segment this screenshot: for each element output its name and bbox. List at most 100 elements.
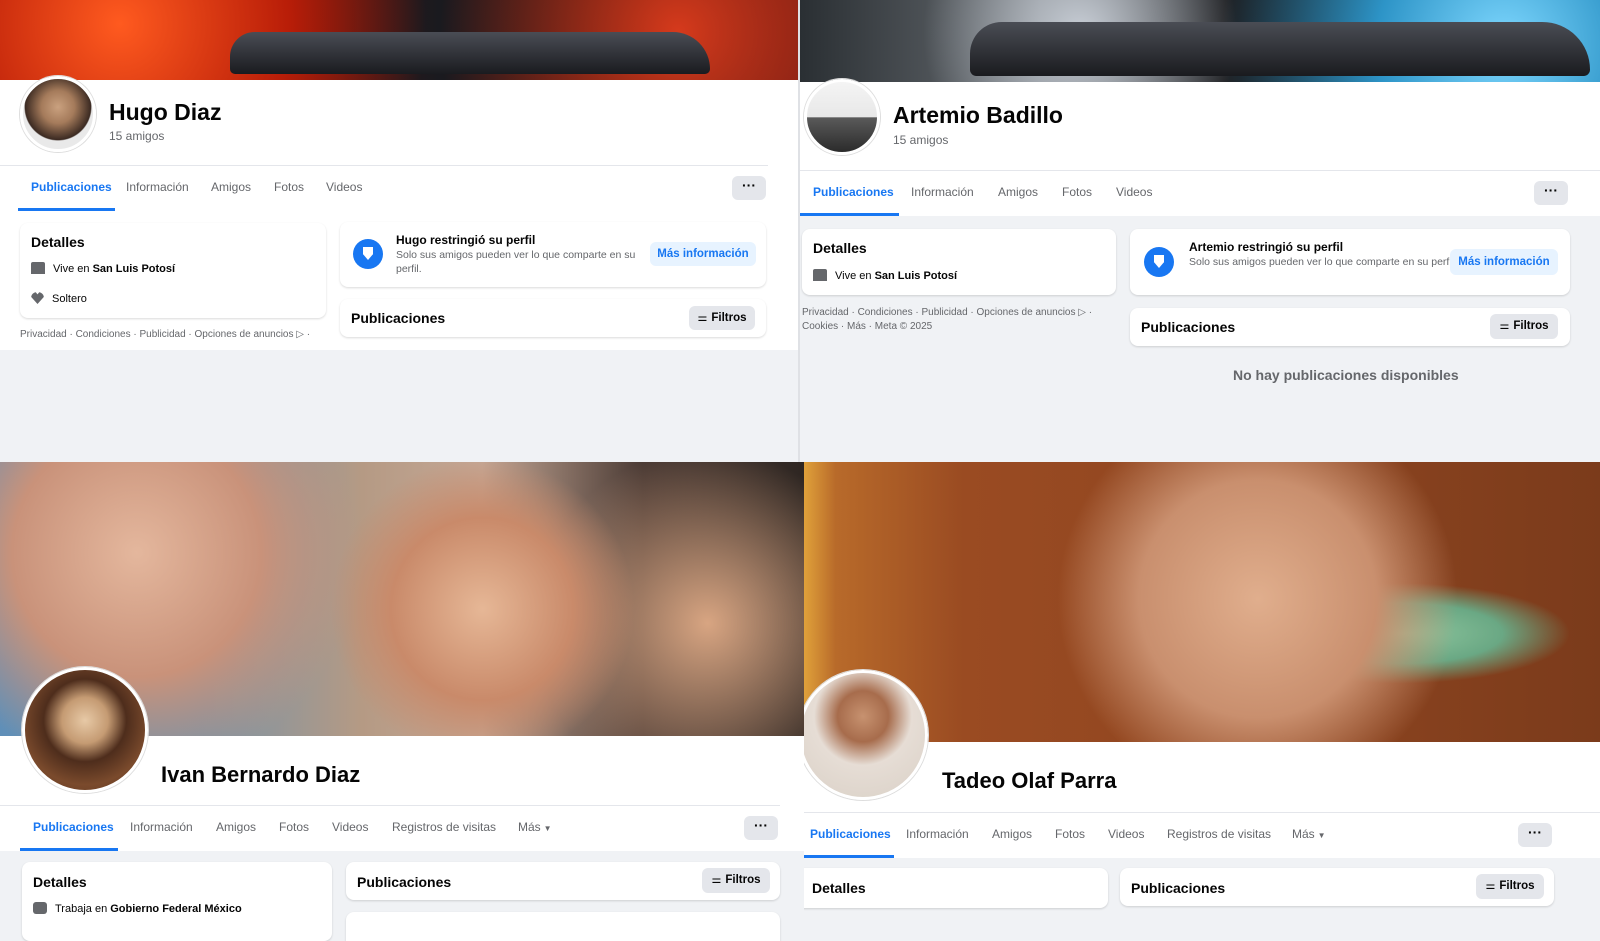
tab-videos[interactable]: Videos: [332, 820, 368, 834]
filters-label: Filtros: [1499, 880, 1535, 892]
car-image: [230, 32, 710, 74]
cover-photo: [804, 462, 1600, 742]
tab-publicaciones[interactable]: Publicaciones: [31, 180, 112, 194]
posts-card: Publicaciones ⚌ Filtros: [346, 862, 780, 900]
ellipsis-icon[interactable]: ···: [1534, 181, 1568, 205]
filters-button[interactable]: ⚌ Filtros: [1476, 874, 1544, 899]
profile-name: Ivan Bernardo Diaz: [161, 762, 361, 787]
profile-panel-ivan: Ivan Bernardo Diaz Publicaciones Informa…: [0, 462, 804, 941]
tab-publicaciones[interactable]: Publicaciones: [810, 827, 891, 841]
details-title: Detalles: [813, 240, 867, 256]
more-info-button[interactable]: Más información: [1450, 249, 1558, 275]
relationship-status: Soltero: [52, 293, 87, 305]
posts-title: Publicaciones: [357, 874, 452, 890]
post-card-placeholder: [346, 912, 780, 941]
filter-icon: ⚌: [1485, 880, 1496, 892]
friends-count[interactable]: 15 amigos: [893, 133, 948, 147]
filter-icon: ⚌: [1499, 320, 1510, 332]
tab-informacion[interactable]: Información: [126, 180, 189, 194]
footer-links[interactable]: Privacidad · Condiciones · Publicidad · …: [20, 328, 310, 342]
filters-button[interactable]: ⚌ Filtros: [702, 868, 770, 893]
tab-registros-de-visitas[interactable]: Registros de visitas: [392, 820, 496, 834]
briefcase-icon: [33, 902, 47, 914]
filters-button[interactable]: ⚌ Filtros: [1490, 314, 1558, 339]
work-place[interactable]: Gobierno Federal México: [110, 903, 241, 915]
cover-photo: [0, 0, 798, 80]
tab-publicaciones[interactable]: Publicaciones: [33, 820, 114, 834]
lives-city[interactable]: San Luis Potosí: [93, 263, 176, 275]
tab-amigos[interactable]: Amigos: [992, 827, 1032, 841]
tab-amigos[interactable]: Amigos: [998, 185, 1038, 199]
work-prefix: Trabaja en: [55, 903, 111, 915]
tab-registros-de-visitas[interactable]: Registros de visitas: [1167, 827, 1271, 841]
tab-videos[interactable]: Videos: [326, 180, 362, 194]
profile-avatar[interactable]: [804, 79, 880, 155]
details-title: Detalles: [812, 880, 866, 896]
profile-panel-tadeo: Tadeo Olaf Parra Publicaciones Informaci…: [804, 462, 1600, 941]
profile-avatar[interactable]: [22, 667, 148, 793]
filters-label: Filtros: [711, 312, 747, 324]
filters-label: Filtros: [725, 874, 761, 886]
tab-amigos[interactable]: Amigos: [216, 820, 256, 834]
detail-lives-in: Vive en San Luis Potosí: [31, 262, 175, 275]
filters-button[interactable]: ⚌ Filtros: [689, 306, 755, 330]
lives-city[interactable]: San Luis Potosí: [875, 270, 958, 282]
filter-icon: ⚌: [697, 312, 708, 324]
details-card: Detalles Vive en San Luis Potosí: [802, 229, 1116, 295]
profile-avatar[interactable]: [804, 670, 928, 800]
caret-down-icon: ▼: [543, 824, 552, 833]
profile-panel-hugo: Hugo Diaz 15 amigos Publicaciones Inform…: [0, 0, 800, 462]
lives-prefix: Vive en: [835, 270, 875, 282]
tab-videos[interactable]: Videos: [1108, 827, 1144, 841]
details-card: Detalles Vive en San Luis Potosí Soltero: [20, 223, 326, 318]
tab-fotos[interactable]: Fotos: [1062, 185, 1092, 199]
tab-informacion[interactable]: Información: [130, 820, 193, 834]
details-card: Detalles: [804, 868, 1108, 908]
restricted-notice-card: Hugo restringió su perfil Solo sus amigo…: [340, 222, 766, 287]
tab-amigos[interactable]: Amigos: [211, 180, 251, 194]
ellipsis-icon[interactable]: ···: [1518, 823, 1552, 847]
footer-line-2[interactable]: Cookies · Más · Meta © 2025: [802, 320, 1092, 334]
posts-card: Publicaciones ⚌ Filtros: [1120, 868, 1554, 906]
profile-avatar[interactable]: [20, 76, 96, 152]
posts-card: Publicaciones ⚌ Filtros: [1130, 308, 1570, 346]
posts-title: Publicaciones: [1141, 319, 1236, 335]
caret-down-icon: ▼: [1317, 831, 1326, 840]
posts-title: Publicaciones: [351, 310, 446, 326]
tab-fotos[interactable]: Fotos: [1055, 827, 1085, 841]
filters-label: Filtros: [1513, 320, 1549, 332]
tab-mas[interactable]: Más ▼: [1292, 827, 1326, 841]
ellipsis-icon[interactable]: ···: [744, 816, 778, 840]
shield-icon: [1144, 247, 1174, 277]
tab-informacion[interactable]: Información: [906, 827, 969, 841]
profile-tabs: Publicaciones Información Amigos Fotos V…: [804, 812, 1600, 858]
tab-mas[interactable]: Más ▼: [518, 820, 552, 834]
tab-fotos[interactable]: Fotos: [279, 820, 309, 834]
friends-count[interactable]: 15 amigos: [109, 129, 164, 143]
tab-fotos[interactable]: Fotos: [274, 180, 304, 194]
details-title: Detalles: [31, 234, 85, 250]
no-posts-message: No hay publicaciones disponibles: [1233, 367, 1459, 383]
profile-panel-artemio: Artemio Badillo 15 amigos Publicaciones …: [800, 0, 1600, 462]
detail-works-at: Trabaja en Gobierno Federal México: [33, 902, 242, 915]
tab-videos[interactable]: Videos: [1116, 185, 1152, 199]
ellipsis-icon[interactable]: ···: [732, 176, 766, 200]
profile-name: Hugo Diaz: [109, 99, 222, 125]
profile-tabs: Publicaciones Información Amigos Fotos V…: [800, 170, 1600, 216]
more-info-button[interactable]: Más información: [650, 242, 756, 266]
tab-publicaciones[interactable]: Publicaciones: [813, 185, 894, 199]
tab-informacion[interactable]: Información: [911, 185, 974, 199]
details-card: Detalles Trabaja en Gobierno Federal Méx…: [22, 862, 332, 941]
profile-name: Artemio Badillo: [893, 102, 1063, 128]
car-image: [970, 22, 1590, 76]
posts-title: Publicaciones: [1131, 880, 1226, 896]
footer-links[interactable]: Privacidad · Condiciones · Publicidad · …: [802, 306, 1092, 334]
detail-lives-in: Vive en San Luis Potosí: [813, 269, 957, 282]
details-title: Detalles: [33, 874, 87, 890]
profile-name: Tadeo Olaf Parra: [942, 768, 1117, 793]
posts-card: Publicaciones ⚌ Filtros: [340, 299, 766, 337]
restricted-title: Hugo restringió su perfil: [396, 233, 536, 247]
footer-line-1[interactable]: Privacidad · Condiciones · Publicidad · …: [802, 306, 1092, 320]
restricted-text: Solo sus amigos pueden ver lo que compar…: [396, 249, 636, 275]
restricted-notice-card: Artemio restringió su perfil Solo sus am…: [1130, 229, 1570, 295]
